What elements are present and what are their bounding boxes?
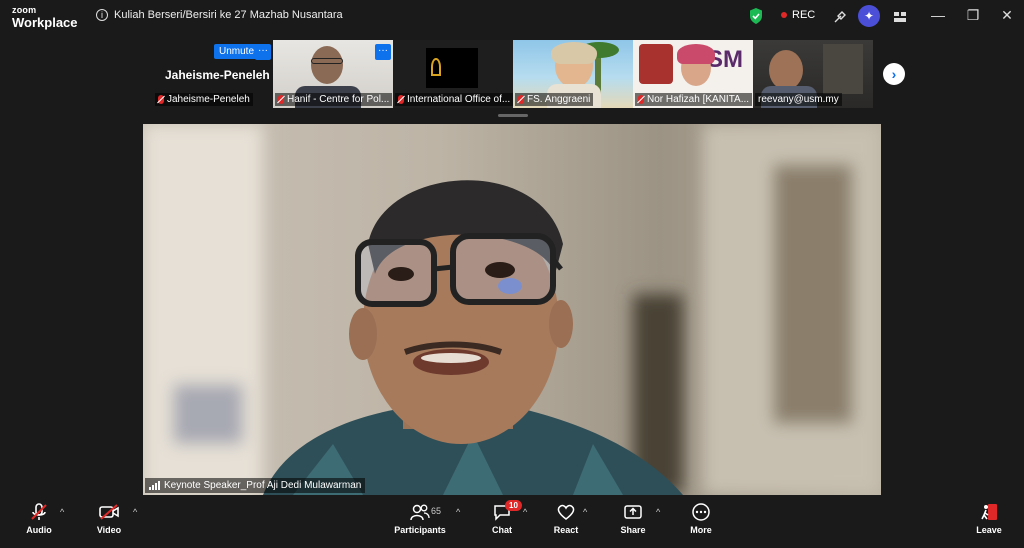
muted-mic-icon — [398, 95, 404, 104]
leave-door-icon — [974, 501, 1004, 523]
muted-microphone-icon — [24, 501, 54, 523]
muted-mic-icon — [158, 95, 164, 104]
more-button[interactable]: More — [686, 501, 716, 535]
chat-unread-badge: 10 — [505, 500, 522, 511]
participant-name-label: Nor Hafizah [KANITA... — [635, 93, 753, 106]
share-button[interactable]: Share — [618, 501, 648, 535]
muted-mic-icon — [518, 95, 524, 104]
unmute-button[interactable]: Unmute — [214, 44, 260, 59]
share-options-caret[interactable]: ^ — [656, 507, 660, 517]
view-layout-icon[interactable] — [891, 8, 909, 26]
restore-icon[interactable]: ❐ — [963, 7, 983, 24]
next-page-button[interactable]: › — [883, 63, 905, 85]
more-dots-icon — [686, 501, 716, 523]
resize-handle[interactable] — [498, 114, 528, 117]
share-screen-icon — [618, 501, 648, 523]
rec-label: REC — [792, 9, 816, 21]
leave-button[interactable]: Leave — [974, 501, 1004, 535]
video-options-caret[interactable]: ^ — [133, 507, 137, 517]
self-name: Jaheisme-Peneleh — [165, 68, 270, 82]
speaker-video-frame — [143, 124, 881, 495]
annotate-icon[interactable] — [831, 8, 849, 26]
video-off-icon — [94, 501, 124, 523]
video-button[interactable]: Video — [94, 501, 124, 535]
self-view-tile[interactable]: Unmute ··· Jaheisme-Peneleh Jaheisme-Pen… — [150, 40, 271, 108]
participant-tile[interactable]: SM Nor Hafizah [KANITA... — [633, 40, 753, 108]
ai-companion-icon[interactable]: ✦ — [858, 5, 880, 27]
participant-tile[interactable]: reevany@usm.my — [753, 40, 873, 108]
participant-strip: Unmute ··· Jaheisme-Peneleh Jaheisme-Pen… — [0, 40, 1024, 110]
speaker-name: Keynote Speaker_Prof Aji Dedi Mulawarman — [164, 480, 362, 491]
record-dot-icon — [781, 12, 787, 18]
security-shield-icon[interactable] — [749, 8, 763, 24]
participants-count: 65 — [431, 506, 442, 516]
close-icon[interactable]: ✕ — [997, 7, 1017, 24]
recording-indicator[interactable]: REC — [781, 9, 815, 21]
participant-tile[interactable]: FS. Anggraeni — [513, 40, 633, 108]
active-speaker-video[interactable]: Keynote Speaker_Prof Aji Dedi Mulawarman — [143, 124, 881, 495]
participant-tile[interactable]: International Office of... — [393, 40, 513, 108]
participant-name-label: International Office of... — [395, 93, 513, 106]
info-icon[interactable]: i — [96, 9, 108, 21]
title-bar: zoom Workplace i Kuliah Berseri/Bersiri … — [0, 0, 1024, 34]
meeting-toolbar: Audio ^ Video ^ Participants 65 ^ Chat 1… — [0, 497, 1024, 548]
signal-strength-icon — [149, 481, 160, 490]
audio-button[interactable]: Audio — [24, 501, 54, 535]
muted-mic-icon — [638, 95, 644, 104]
heart-icon — [551, 501, 581, 523]
participant-name-label: FS. Anggraeni — [515, 93, 594, 106]
chevron-right-icon: › — [891, 66, 897, 82]
muted-mic-icon — [278, 95, 284, 104]
participants-options-caret[interactable]: ^ — [456, 507, 460, 517]
chat-options-caret[interactable]: ^ — [523, 507, 527, 517]
participant-name-label: Hanif - Centre for Pol... — [275, 93, 393, 106]
react-options-caret[interactable]: ^ — [583, 507, 587, 517]
react-button[interactable]: React — [551, 501, 581, 535]
minimize-icon[interactable]: — — [928, 7, 948, 23]
speaker-name-label: Keynote Speaker_Prof Aji Dedi Mulawarman — [145, 478, 366, 493]
audio-options-caret[interactable]: ^ — [60, 507, 64, 517]
participant-tile[interactable]: ··· Hanif - Centre for Pol... — [273, 40, 393, 108]
meeting-title: Kuliah Berseri/Bersiri ke 27 Mazhab Nusa… — [114, 9, 343, 21]
self-name-label: Jaheisme-Peneleh — [155, 93, 253, 106]
zoom-logo: zoom Workplace — [12, 5, 78, 30]
participant-more-button[interactable]: ··· — [375, 44, 391, 60]
participant-name-label: reevany@usm.my — [755, 93, 842, 106]
university-crest — [639, 44, 673, 84]
self-more-button[interactable]: ··· — [255, 44, 271, 60]
organization-logo — [426, 48, 478, 88]
meeting-info[interactable]: i Kuliah Berseri/Bersiri ke 27 Mazhab Nu… — [96, 9, 343, 21]
